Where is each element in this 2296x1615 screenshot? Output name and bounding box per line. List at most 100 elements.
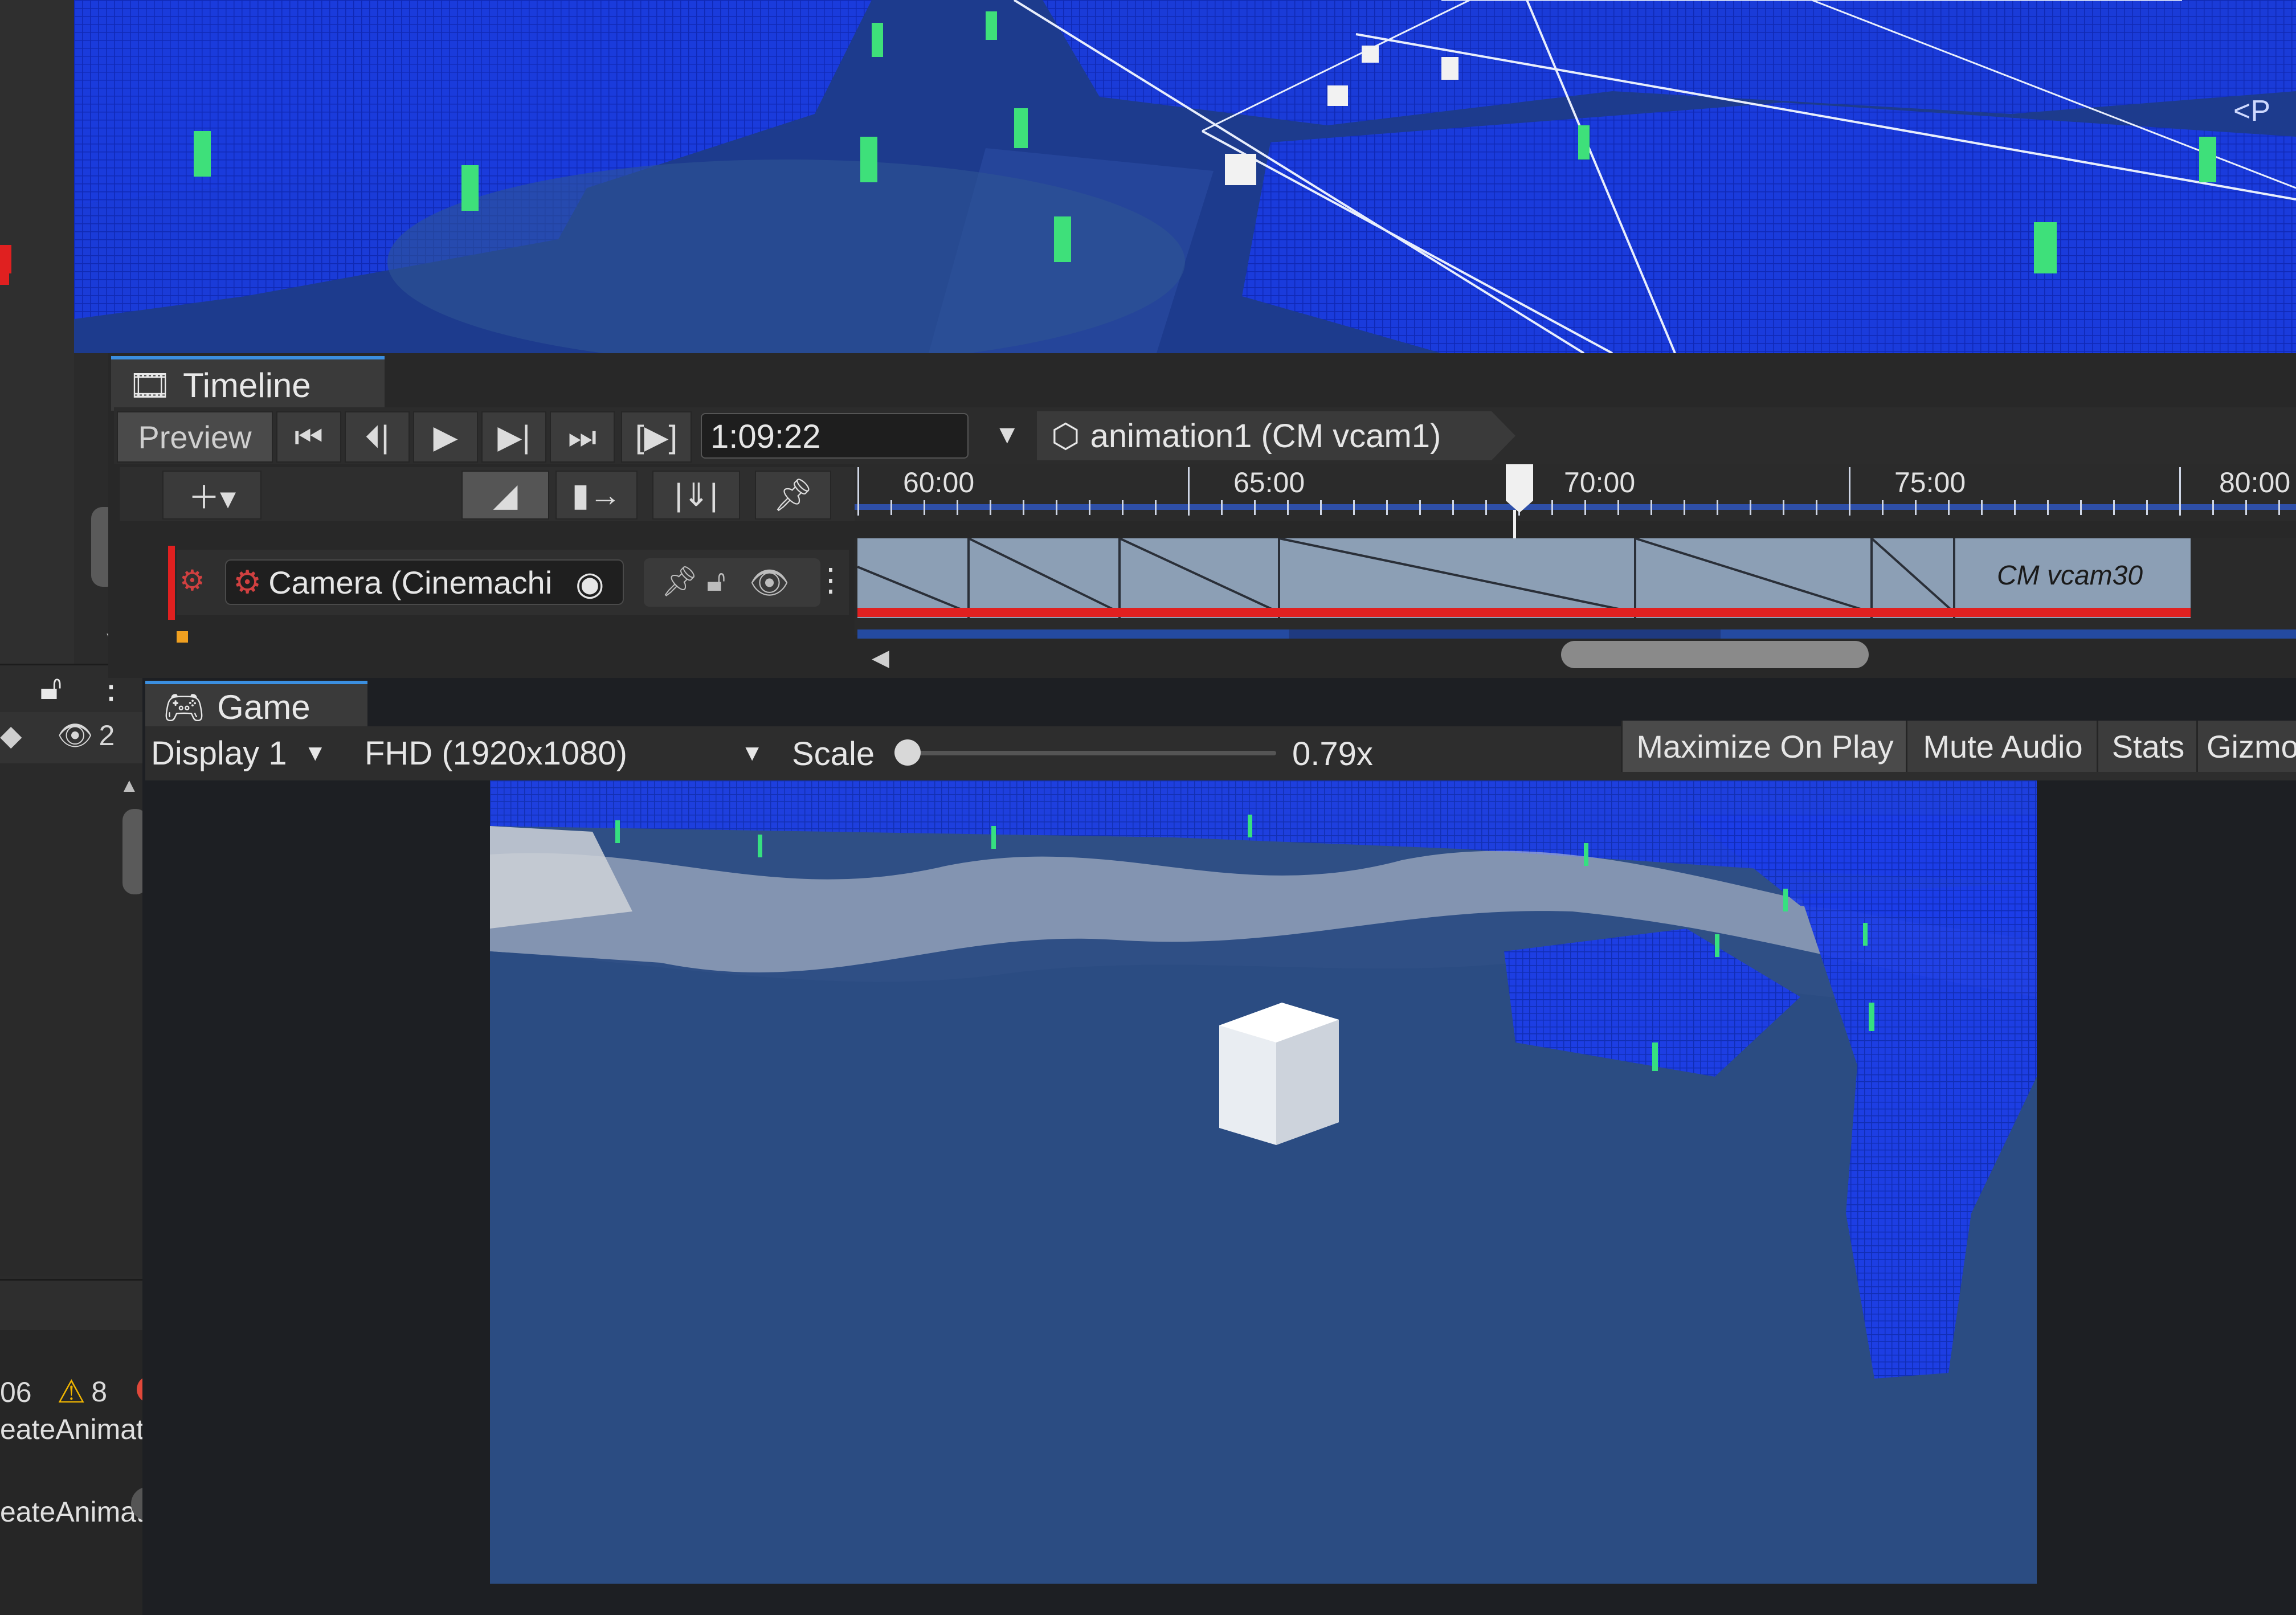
- ripple-mode-button[interactable]: ◢: [461, 471, 549, 520]
- track-lock-icon[interactable]: 🔓︎: [706, 564, 726, 599]
- scale-slider-track[interactable]: [906, 751, 1276, 755]
- ruler-label: 70:00: [1564, 467, 1636, 498]
- track-more-icon[interactable]: ⋮: [815, 561, 847, 599]
- display-dropdown[interactable]: Display 1 ▼: [151, 729, 356, 778]
- pin-button[interactable]: 📌︎: [755, 471, 831, 520]
- move-right-icon: ▮→: [571, 477, 622, 513]
- play-button[interactable]: ▶: [413, 411, 478, 463]
- time-value: 1:09:22: [710, 418, 821, 455]
- scroll-left-icon[interactable]: ◀: [872, 645, 889, 671]
- resolution-dropdown[interactable]: FHD (1920x1080) ▼: [365, 729, 775, 778]
- timeline-horizontal-scrollbar[interactable]: [1561, 641, 1869, 668]
- tag-icon[interactable]: ◆: [0, 719, 22, 752]
- ruler-tick: [2278, 500, 2280, 515]
- ruler-tick: [1816, 500, 1817, 515]
- lock-icon[interactable]: 🔓︎: [40, 668, 62, 708]
- ramp-icon: ◢: [493, 477, 518, 513]
- scene-red-gizmo: [0, 245, 11, 273]
- ruler-tick: [1419, 500, 1421, 515]
- scale-label: Scale: [792, 735, 875, 772]
- ruler-tick: [1485, 500, 1487, 515]
- ruler-tick: [1551, 500, 1553, 515]
- add-track-button[interactable]: ＋▾: [162, 471, 262, 520]
- ruler-tick: [2212, 500, 2214, 515]
- edit-mode-button[interactable]: ▮→: [555, 471, 638, 520]
- ruler-tick: [957, 500, 958, 515]
- ruler-tick: [2014, 500, 2016, 515]
- console-log-toggle[interactable]: 06: [0, 1376, 32, 1409]
- ruler-tick: [1584, 500, 1586, 515]
- plus-icon: ＋▾: [187, 479, 236, 516]
- ruler-tick: [1915, 500, 1917, 515]
- ruler-tick: [1155, 500, 1157, 515]
- ruler-label: 75:00: [1894, 467, 1966, 498]
- toggle-label: Mute Audio: [1923, 728, 2083, 764]
- tab-game[interactable]: 🎮︎ Game: [145, 681, 367, 730]
- ruler-tick: [1221, 500, 1223, 515]
- maximize-on-play-toggle[interactable]: Maximize On Play: [1621, 721, 1907, 772]
- camera-binding-field[interactable]: ⚙ Camera (Cinemachi: [225, 559, 624, 605]
- ruler-tick: [1287, 500, 1289, 515]
- cinemachine-track-icon: ⚙: [179, 565, 205, 596]
- ruler-tick: [857, 467, 859, 516]
- next-frame-button[interactable]: ▶︎|: [481, 411, 546, 463]
- warning-icon: ⚠: [57, 1373, 86, 1409]
- scale-value: 0.79x: [1292, 735, 1373, 772]
- ruler-tick: [1056, 500, 1057, 515]
- ruler-tick: [1783, 500, 1784, 515]
- snap-button[interactable]: |⇓|: [652, 471, 740, 520]
- jump-to-start-button[interactable]: ⏮: [276, 411, 341, 463]
- cinemachine-brain-icon: ⚙: [233, 564, 262, 600]
- step-back-icon: ⏴︎|: [365, 418, 390, 455]
- gizmos-toggle[interactable]: Gizmo: [2196, 721, 2296, 772]
- scroll-up-icon[interactable]: ▲: [120, 775, 139, 797]
- play-range-icon: [▶]: [635, 419, 678, 455]
- game-tab-label: Game: [217, 688, 311, 726]
- ruler-tick: [2245, 500, 2247, 515]
- ruler-tick: [1849, 467, 1850, 516]
- timeline-breadcrumb[interactable]: ⬡ animation1 (CM vcam1): [1037, 411, 1515, 460]
- play-range-button[interactable]: [▶]: [621, 411, 692, 463]
- pin-icon: 📌︎: [773, 477, 814, 513]
- ruler-tick: [1122, 500, 1124, 515]
- jump-to-end-button[interactable]: ⏭: [550, 411, 615, 463]
- track-pin-icon[interactable]: 📌︎: [661, 564, 698, 599]
- ruler-tick: [2080, 500, 2082, 515]
- warning-count: 8: [91, 1376, 108, 1408]
- ruler-tick: [1254, 500, 1256, 515]
- ruler-tick: [990, 500, 991, 515]
- ruler-tick: [1188, 467, 1190, 516]
- mute-audio-toggle[interactable]: Mute Audio: [1906, 721, 2098, 772]
- previous-frame-button[interactable]: ⏴︎|: [345, 411, 410, 463]
- ruler-tick: [1320, 500, 1322, 515]
- ruler-tick: [924, 500, 925, 515]
- track-visibility-icon[interactable]: 👁︎: [749, 564, 790, 602]
- time-format-dropdown-icon[interactable]: ▼: [994, 419, 1020, 449]
- toggle-label: Stats: [2111, 728, 2185, 764]
- toggle-label: Maximize On Play: [1636, 728, 1894, 764]
- play-icon: ▶: [433, 419, 458, 455]
- ruler-tick: [1452, 500, 1454, 515]
- preview-label: Preview: [138, 419, 252, 455]
- ruler-tick: [1981, 500, 1983, 515]
- game-view[interactable]: [490, 780, 2037, 1584]
- camera-binding-label: Camera (Cinemachi: [268, 564, 553, 600]
- ruler-tick: [1717, 500, 1718, 515]
- object-picker-icon[interactable]: ◉: [575, 564, 604, 603]
- ruler-tick: [1353, 500, 1355, 515]
- preview-button[interactable]: Preview: [117, 411, 273, 463]
- scene-render: [74, 0, 2296, 353]
- ruler-tick: [2113, 500, 2115, 515]
- ruler-tick: [2146, 500, 2148, 515]
- scene-view[interactable]: <P: [74, 0, 2296, 353]
- scale-slider-thumb[interactable]: [894, 739, 921, 766]
- hidden-objects-toggle[interactable]: 👁︎ 2: [57, 719, 115, 753]
- time-field[interactable]: 1:09:22: [701, 413, 969, 459]
- ruler-tick: [1023, 500, 1024, 515]
- ruler-label: 60:00: [903, 467, 975, 498]
- resolution-dropdown-icon: ▼: [741, 741, 763, 766]
- tab-timeline[interactable]: 🎞︎ Timeline: [111, 356, 385, 411]
- hierarchy-panel: [0, 0, 74, 684]
- stats-toggle[interactable]: Stats: [2097, 721, 2198, 772]
- console-warning-toggle[interactable]: ⚠ 8: [57, 1373, 107, 1410]
